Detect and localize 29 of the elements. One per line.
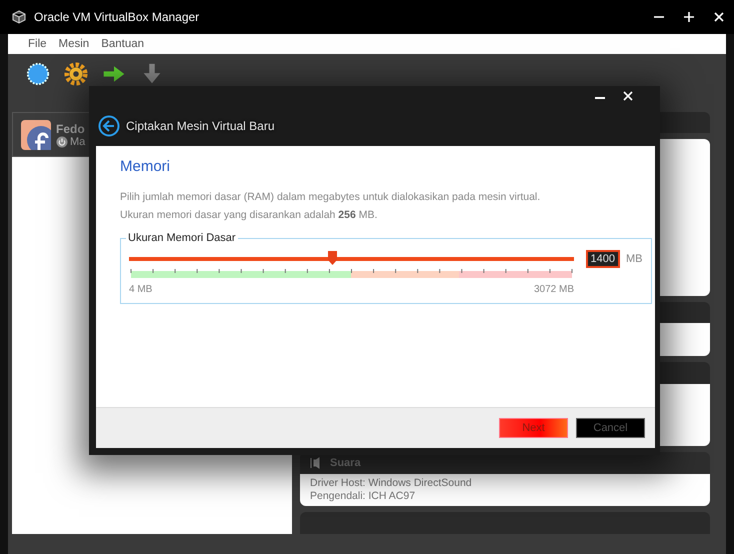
close-icon[interactable] — [623, 91, 633, 101]
section-title: Suara — [330, 457, 361, 470]
close-icon[interactable] — [714, 12, 724, 22]
max-memory-label: 3072 MB — [534, 284, 574, 295]
detail-line: Driver Host: Windows DirectSound — [310, 477, 473, 490]
slider-thumb[interactable] — [328, 251, 337, 265]
menu-item[interactable]: Bantuan — [101, 38, 144, 50]
group-label: Ukuran Memori Dasar — [127, 232, 237, 244]
starburst-icon[interactable] — [26, 62, 50, 86]
menu-item[interactable]: File — [28, 38, 47, 50]
min-memory-label: 4 MB — [129, 284, 152, 295]
window-title: Oracle VM VirtualBox Manager — [34, 10, 200, 24]
maximize-icon[interactable] — [684, 12, 694, 22]
detail-line: Pengendali: ICH AC97 — [310, 490, 416, 504]
dialog-title: Ciptakan Mesin Virtual Baru — [126, 119, 275, 133]
memory-unit: MB — [626, 253, 642, 265]
power-icon — [56, 136, 68, 148]
settings-icon[interactable] — [64, 62, 88, 86]
os-logo-icon — [21, 120, 51, 150]
menu-item[interactable]: Mesin — [58, 38, 90, 50]
cube-icon — [12, 10, 26, 24]
recommendation-text: Ukuran memori dasar yang disarankan adalah 256 MB. — [120, 209, 378, 221]
description-text: Pilih jumlah memori dasar (RAM) dalam megabytes untuk dialokasikan pada mesin virtual. — [120, 191, 542, 203]
vm-state: Ma — [70, 136, 86, 148]
speaker-icon — [310, 457, 322, 470]
page-heading: Memori — [120, 158, 172, 175]
memory-input-field[interactable]: 1400 — [586, 250, 620, 268]
memory-slider[interactable] — [129, 251, 574, 267]
vm-name: Fedo — [56, 122, 86, 136]
